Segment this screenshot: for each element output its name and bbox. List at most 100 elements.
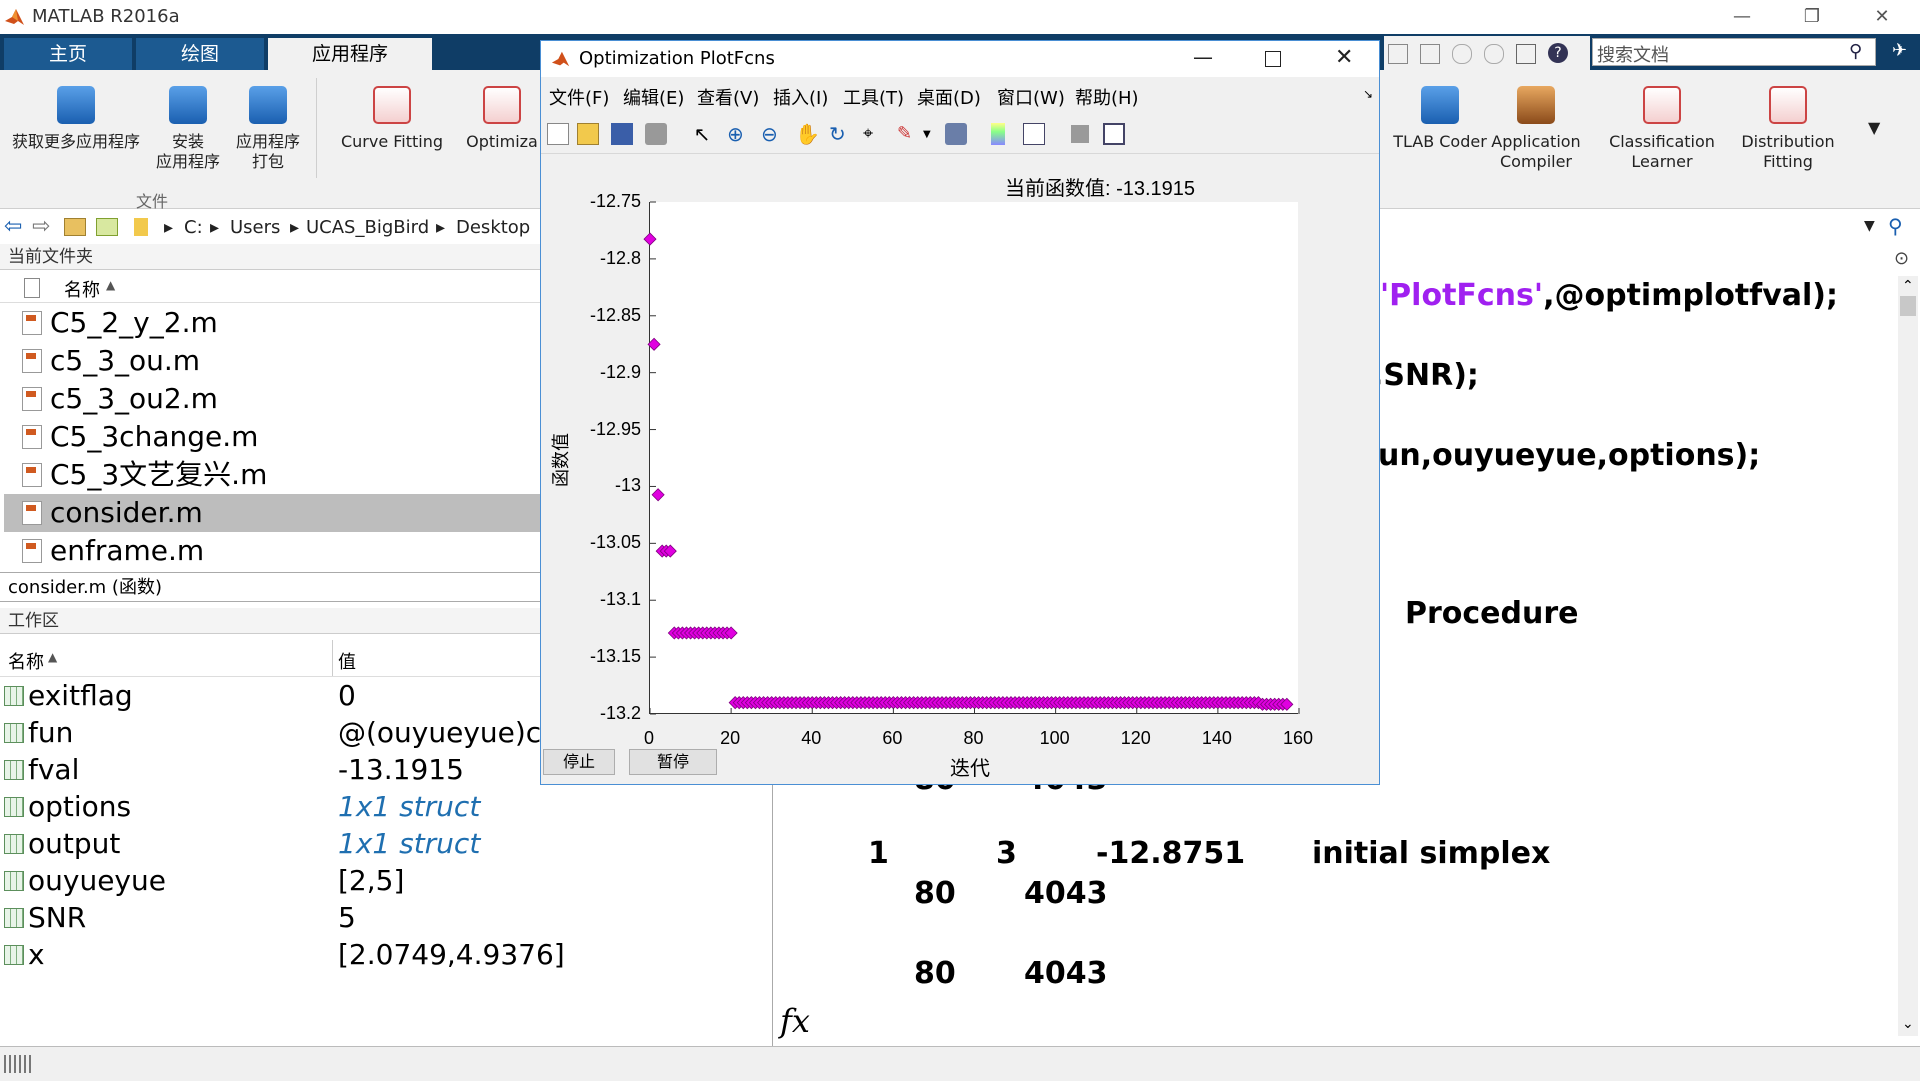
switch-windows-icon[interactable]: [1516, 44, 1536, 64]
minimize-button[interactable]: —: [1722, 4, 1762, 30]
search-docs-box[interactable]: 搜索文档 ⚲: [1592, 38, 1876, 66]
help-icon[interactable]: ?: [1548, 43, 1568, 63]
link-plot-icon[interactable]: [945, 123, 967, 145]
figure-menu-item[interactable]: 窗口(W): [997, 84, 1065, 110]
undo-icon[interactable]: [1452, 44, 1472, 64]
browse-folder-icon[interactable]: [96, 218, 118, 236]
scroll-down-icon[interactable]: ⌄: [1902, 1016, 1914, 1032]
figure-maximize-button[interactable]: [1265, 51, 1281, 67]
column-value-header[interactable]: 值: [338, 648, 356, 674]
file-list-item[interactable]: C5_3change.m: [50, 418, 258, 456]
figure-menu-item[interactable]: 帮助(H): [1075, 84, 1139, 110]
stop-button[interactable]: 停止: [543, 749, 615, 775]
scroll-up-icon[interactable]: ⌃: [1902, 278, 1914, 294]
workspace-var-name[interactable]: output: [28, 826, 120, 862]
install-app-button[interactable]: 安装 应用程序: [150, 86, 226, 172]
rotate-3d-icon[interactable]: ↻: [829, 123, 851, 145]
breadcrumb-users[interactable]: Users: [230, 217, 280, 238]
pin-icon[interactable]: ✈: [1892, 40, 1907, 61]
workspace-var-value[interactable]: [2.0749,4.9376]: [338, 937, 768, 973]
file-list-item[interactable]: consider.m: [50, 494, 203, 532]
up-folder-icon[interactable]: [64, 218, 86, 236]
distribution-fitting-app-button[interactable]: Distribution Fitting: [1730, 86, 1846, 172]
x-tick-label: 100: [1039, 728, 1070, 748]
figure-menu-item[interactable]: 查看(V): [697, 84, 759, 110]
column-divider[interactable]: [332, 640, 333, 676]
open-file-icon[interactable]: [577, 123, 599, 145]
command-window-menu-icon[interactable]: ⊙: [1894, 248, 1909, 269]
hide-plot-tools-icon[interactable]: [1071, 125, 1089, 143]
file-list-item[interactable]: enframe.m: [50, 532, 204, 570]
column-name-header[interactable]: 名称: [64, 276, 100, 302]
back-arrow-icon[interactable]: ⇦: [4, 214, 22, 239]
workspace-var-value[interactable]: 1x1 struct: [338, 789, 768, 825]
workspace-var-name[interactable]: fun: [28, 715, 73, 751]
data-cursor-icon[interactable]: ⌖: [863, 123, 885, 145]
brush-dropdown-icon[interactable]: ▼: [923, 129, 931, 140]
figure-close-button[interactable]: ✕: [1335, 45, 1353, 70]
workspace-var-value[interactable]: 1x1 struct: [338, 826, 768, 862]
redo-icon[interactable]: [1484, 44, 1504, 64]
colorbar-icon[interactable]: [991, 123, 1005, 145]
search-icon[interactable]: ⚲: [1849, 41, 1862, 62]
scroll-thumb[interactable]: [1900, 296, 1916, 316]
status-bar-grip-icon[interactable]: [4, 1055, 34, 1073]
file-list-item[interactable]: C5_3文艺复兴.m: [50, 456, 267, 494]
breadcrumb-desktop[interactable]: Desktop: [456, 217, 530, 238]
workspace-var-name[interactable]: SNR: [28, 900, 86, 936]
breadcrumb-c[interactable]: C:: [184, 217, 203, 238]
tab-home[interactable]: 主页: [4, 38, 132, 70]
brush-icon[interactable]: ✎: [897, 123, 919, 145]
paste-icon[interactable]: [1420, 44, 1440, 64]
figure-minimize-button[interactable]: —: [1193, 45, 1213, 69]
workspace-var-value[interactable]: 5: [338, 900, 768, 936]
ribbon-expand-icon[interactable]: ▼: [1868, 118, 1880, 137]
new-figure-icon[interactable]: [547, 123, 569, 145]
workspace-var-name[interactable]: fval: [28, 752, 79, 788]
workspace-var-value[interactable]: [2,5]: [338, 863, 768, 899]
get-more-apps-button[interactable]: 获取更多应用程序: [6, 86, 146, 152]
figure-menu-item[interactable]: 桌面(D): [917, 84, 981, 110]
forward-arrow-icon[interactable]: ⇨: [32, 214, 50, 239]
workspace-var-name[interactable]: ouyueyue: [28, 863, 166, 899]
pan-hand-icon[interactable]: ✋: [795, 123, 820, 145]
search-folder-icon[interactable]: ⚲: [1888, 214, 1903, 238]
zoom-out-icon[interactable]: ⊖: [761, 123, 783, 145]
breadcrumb-user[interactable]: UCAS_BigBird: [306, 217, 429, 238]
workspace-var-name[interactable]: options: [28, 789, 131, 825]
distribution-fitting-icon: [1769, 86, 1807, 124]
tab-plots[interactable]: 绘图: [136, 38, 264, 70]
pause-button[interactable]: 暂停: [629, 749, 717, 775]
zoom-in-icon[interactable]: ⊕: [727, 123, 749, 145]
show-plot-tools-icon[interactable]: [1103, 123, 1125, 145]
figure-menu-item[interactable]: 编辑(E): [623, 84, 684, 110]
file-list-item[interactable]: c5_3_ou.m: [50, 342, 200, 380]
output-row-d-1: 80: [914, 956, 956, 991]
search-docs-input[interactable]: 搜索文档: [1597, 41, 1669, 67]
column-name-header[interactable]: 名称: [8, 648, 44, 674]
figure-menu-item[interactable]: 文件(F): [549, 84, 609, 110]
copy-icon[interactable]: [1388, 44, 1408, 64]
optimization-app-button[interactable]: Optimiza: [464, 86, 540, 152]
plot-axes[interactable]: [643, 201, 1300, 715]
menu-dock-icon[interactable]: ↘: [1363, 87, 1373, 101]
restore-button[interactable]: ❐: [1792, 4, 1832, 30]
select-pointer-icon[interactable]: ↖: [691, 123, 713, 145]
curve-fitting-app-button[interactable]: Curve Fitting: [330, 86, 454, 152]
legend-icon[interactable]: [1023, 123, 1045, 145]
workspace-var-name[interactable]: exitflag: [28, 678, 133, 714]
tab-apps[interactable]: 应用程序: [268, 38, 432, 70]
application-compiler-app-button[interactable]: Application Compiler: [1478, 86, 1594, 172]
figure-menu-item[interactable]: 工具(T): [843, 84, 904, 110]
workspace-var-name[interactable]: x: [28, 937, 45, 973]
save-icon[interactable]: [611, 123, 633, 145]
print-icon[interactable]: [645, 123, 667, 145]
close-button[interactable]: ✕: [1862, 4, 1902, 30]
classification-learner-app-button[interactable]: Classification Learner: [1600, 86, 1724, 172]
address-dropdown-icon[interactable]: ▼: [1864, 218, 1875, 234]
package-app-button[interactable]: 应用程序 打包: [230, 86, 306, 172]
command-scrollbar[interactable]: ⌃ ⌄: [1898, 276, 1918, 1036]
file-list-item[interactable]: c5_3_ou2.m: [50, 380, 218, 418]
file-list-item[interactable]: C5_2_y_2.m: [50, 304, 218, 342]
figure-menu-item[interactable]: 插入(I): [773, 84, 828, 110]
